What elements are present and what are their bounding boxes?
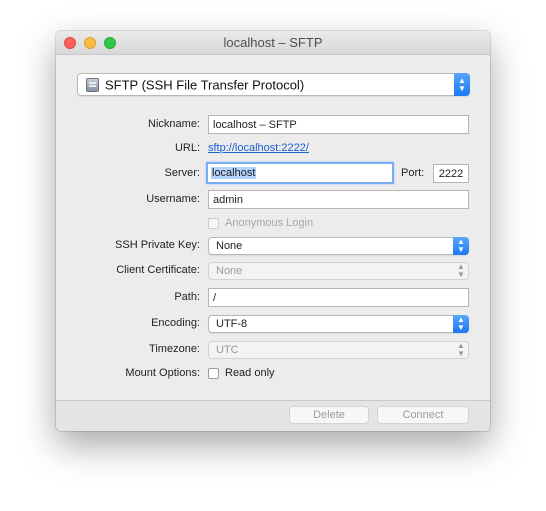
encoding-select[interactable]: UTF-8 ▲ ▼ — [208, 315, 469, 333]
server-value: localhost — [211, 167, 257, 179]
nickname-label: Nickname: — [148, 118, 200, 130]
title-bar: localhost – SFTP — [56, 31, 490, 55]
nickname-field[interactable]: localhost – SFTP — [208, 115, 469, 134]
chevron-updown-icon: ▲ ▼ — [453, 237, 469, 255]
ssh-key-label: SSH Private Key: — [115, 239, 200, 251]
chevron-updown-icon: ▲ ▼ — [457, 262, 465, 279]
username-value: admin — [213, 193, 243, 206]
delete-button[interactable]: Delete — [289, 406, 369, 424]
client-cert-label: Client Certificate: — [116, 264, 200, 276]
ssh-private-key-select[interactable]: None ▲ ▼ — [208, 237, 469, 255]
anonymous-login-checkbox[interactable] — [208, 218, 219, 229]
anonymous-login-label: Anonymous Login — [225, 217, 314, 229]
timezone-value: UTC — [216, 344, 239, 356]
chevron-updown-icon: ▲ ▼ — [457, 341, 465, 358]
connect-button[interactable]: Connect — [377, 406, 469, 424]
read-only-label: Read only — [225, 367, 275, 379]
port-value: 2222 — [438, 167, 464, 180]
nickname-value: localhost – SFTP — [213, 118, 297, 131]
encoding-label: Encoding: — [151, 317, 200, 329]
server-label: Server: — [164, 167, 200, 179]
port-field[interactable]: 2222 — [433, 164, 469, 183]
path-value: / — [213, 291, 217, 304]
client-cert-value: None — [216, 265, 243, 277]
timezone-label: Timezone: — [149, 343, 200, 355]
path-field[interactable]: / — [208, 288, 469, 307]
chevron-updown-icon: ▲ ▼ — [454, 73, 470, 96]
window-title: localhost – SFTP — [223, 35, 323, 50]
username-label: Username: — [146, 193, 200, 205]
protocol-select-value: SFTP (SSH File Transfer Protocol) — [105, 77, 305, 92]
protocol-select[interactable]: SFTP (SSH File Transfer Protocol) ▲ ▼ — [77, 73, 470, 96]
button-bar: Delete Connect — [56, 400, 490, 431]
sftp-connection-window: localhost – SFTP SFTP (SSH File Transfer… — [56, 31, 490, 431]
connection-form: SFTP (SSH File Transfer Protocol) ▲ ▼ Nic… — [56, 55, 490, 400]
read-only-checkbox[interactable] — [208, 368, 219, 379]
path-label: Path: — [174, 291, 200, 303]
encoding-value: UTF-8 — [216, 318, 248, 330]
server-field[interactable]: localhost — [206, 162, 394, 184]
timezone-select[interactable]: UTC ▲ ▼ — [208, 341, 469, 359]
client-certificate-select[interactable]: None ▲ ▼ — [208, 262, 469, 280]
chevron-updown-icon: ▲ ▼ — [453, 315, 469, 333]
ssh-key-value: None — [216, 240, 243, 252]
mount-options-label: Mount Options: — [125, 367, 200, 379]
url-link[interactable]: sftp://localhost:2222/ — [208, 142, 309, 154]
username-field[interactable]: admin — [208, 190, 469, 209]
url-label: URL: — [174, 142, 200, 154]
port-label: Port: — [401, 167, 425, 179]
ftp-server-icon — [86, 78, 99, 92]
